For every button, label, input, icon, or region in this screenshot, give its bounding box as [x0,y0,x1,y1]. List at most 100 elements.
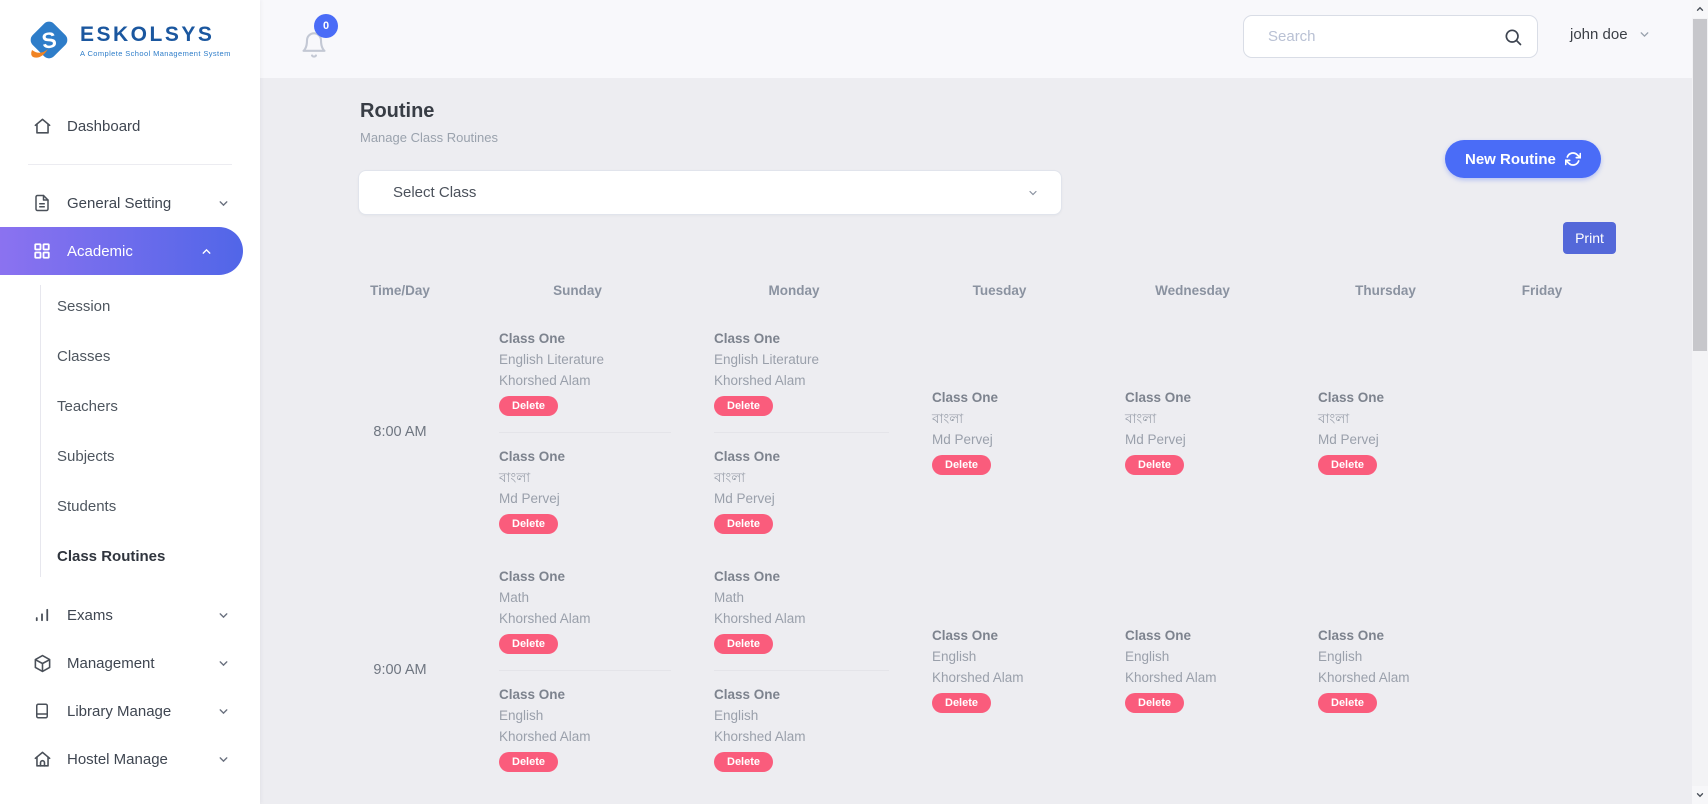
delete-button[interactable]: Delete [714,634,773,654]
sidebar-item-label: Library Manage [67,703,171,720]
chevron-down-icon [217,197,230,210]
sidebar-item-library-manage[interactable]: Library Manage [0,687,260,735]
cell-thursday-8am: Class One বাংলা Md Pervej Delete [1289,326,1482,538]
chevron-down-icon [217,609,230,622]
sidebar-item-classes[interactable]: Classes [0,331,260,381]
time-label: 9:00 AM [330,564,470,776]
brand-logo[interactable]: S ESKOLSYS A Complete School Management … [0,0,260,74]
cell-wednesday-8am: Class One বাংলা Md Pervej Delete [1096,326,1289,538]
eskolsys-diamond-logo-icon: S [26,16,72,64]
sidebar-item-exams[interactable]: Exams [0,591,260,639]
sidebar-item-label: Exams [67,607,113,624]
routine-entry: Class One English Literature Khorshed Al… [499,328,671,418]
new-routine-button[interactable]: New Routine [1445,140,1601,178]
cell-wednesday-9am: Class One English Khorshed Alam Delete [1096,564,1289,776]
entry-teacher: Md Pervej [1318,429,1468,450]
entry-class: Class One [932,387,1082,408]
delete-button[interactable]: Delete [1318,455,1377,475]
entry-class: Class One [499,566,671,587]
sidebar: S ESKOLSYS A Complete School Management … [0,0,260,804]
house-icon [32,749,52,769]
notification-bell-button[interactable]: 0 [300,22,334,60]
search-input[interactable] [1268,28,1503,45]
routine-row-8am: 8:00 AM Class One English Literature Kho… [330,326,1602,538]
entry-subject: English [499,705,671,726]
entry-class: Class One [714,684,889,705]
entry-class: Class One [499,328,671,349]
chevron-down-icon [217,753,230,766]
sidebar-item-session[interactable]: Session [0,281,260,331]
delete-button[interactable]: Delete [1318,693,1377,713]
delete-button[interactable]: Delete [499,514,558,534]
routine-table-header: Time/Day Sunday Monday Tuesday Wednesday… [330,283,1602,298]
delete-button[interactable]: Delete [932,693,991,713]
sidebar-item-hostel-manage[interactable]: Hostel Manage [0,735,260,783]
routine-entry: Class One English Literature Khorshed Al… [714,328,889,418]
cell-monday-9am: Class One Math Khorshed Alam Delete Clas… [685,564,903,776]
delete-button[interactable]: Delete [499,396,558,416]
search-bar [1243,15,1538,58]
delete-button[interactable]: Delete [714,752,773,772]
entry-class: Class One [714,328,889,349]
delete-button[interactable]: Delete [1125,455,1184,475]
notification-badge: 0 [314,14,338,38]
delete-button[interactable]: Delete [1125,693,1184,713]
entry-subject: English [714,705,889,726]
top-header: 0 john doe [260,0,1692,78]
vertical-scrollbar[interactable] [1692,0,1708,804]
sidebar-item-teachers[interactable]: Teachers [0,381,260,431]
sidebar-item-general-setting[interactable]: General Setting [0,179,260,227]
delete-button[interactable]: Delete [714,396,773,416]
entry-teacher: Md Pervej [499,488,671,509]
sidebar-item-label: Dashboard [67,118,140,135]
entry-subject: বাংলা [499,467,671,488]
entry-teacher: Khorshed Alam [714,726,889,747]
entry-class: Class One [714,566,889,587]
sub-item-label: Subjects [57,448,115,465]
entry-subject: Math [714,587,889,608]
sidebar-item-management[interactable]: Management [0,639,260,687]
routine-entry: Class One English Khorshed Alam Delete [714,670,889,774]
entry-subject: English [1318,646,1468,667]
scrollbar-thumb[interactable] [1693,19,1707,351]
main-content: Routine Manage Class Routines Select Cla… [260,78,1692,804]
scroll-up-arrow[interactable] [1692,0,1708,18]
print-button[interactable]: Print [1563,222,1616,254]
entry-teacher: Khorshed Alam [714,370,889,391]
search-icon[interactable] [1503,27,1523,47]
sidebar-item-students[interactable]: Students [0,481,260,531]
entry-class: Class One [1125,387,1275,408]
book-icon [32,701,52,721]
column-header-wednesday: Wednesday [1096,283,1289,298]
routine-entry: Class One বাংলা Md Pervej Delete [1125,387,1275,477]
file-text-icon [32,193,52,213]
entry-subject: English [932,646,1082,667]
delete-button[interactable]: Delete [499,634,558,654]
routine-table: Time/Day Sunday Monday Tuesday Wednesday… [330,283,1602,776]
entry-teacher: Khorshed Alam [499,370,671,391]
sidebar-item-class-routines[interactable]: Class Routines [0,531,260,581]
scroll-down-arrow[interactable] [1692,786,1708,804]
page-title: Routine [360,100,434,123]
select-class-dropdown[interactable]: Select Class [358,170,1062,215]
delete-button[interactable]: Delete [499,752,558,772]
entry-subject: বাংলা [714,467,889,488]
sub-item-label: Session [57,298,110,315]
routine-entry: Class One Math Khorshed Alam Delete [714,566,889,656]
cell-tuesday-9am: Class One English Khorshed Alam Delete [903,564,1096,776]
sidebar-item-subjects[interactable]: Subjects [0,431,260,481]
cell-sunday-9am: Class One Math Khorshed Alam Delete Clas… [470,564,685,776]
entry-teacher: Khorshed Alam [714,608,889,629]
sidebar-item-dashboard[interactable]: Dashboard [0,102,260,150]
chevron-down-icon [1027,187,1039,199]
user-menu[interactable]: john doe [1570,26,1651,43]
delete-button[interactable]: Delete [714,514,773,534]
sidebar-item-academic[interactable]: Academic [0,227,243,275]
sub-item-label: Students [57,498,116,515]
cell-friday-8am [1482,326,1602,538]
delete-button[interactable]: Delete [932,455,991,475]
routine-entry: Class One বাংলা Md Pervej Delete [714,432,889,536]
sidebar-item-label: Management [67,655,155,672]
chevron-down-icon [217,705,230,718]
entry-subject: Math [499,587,671,608]
